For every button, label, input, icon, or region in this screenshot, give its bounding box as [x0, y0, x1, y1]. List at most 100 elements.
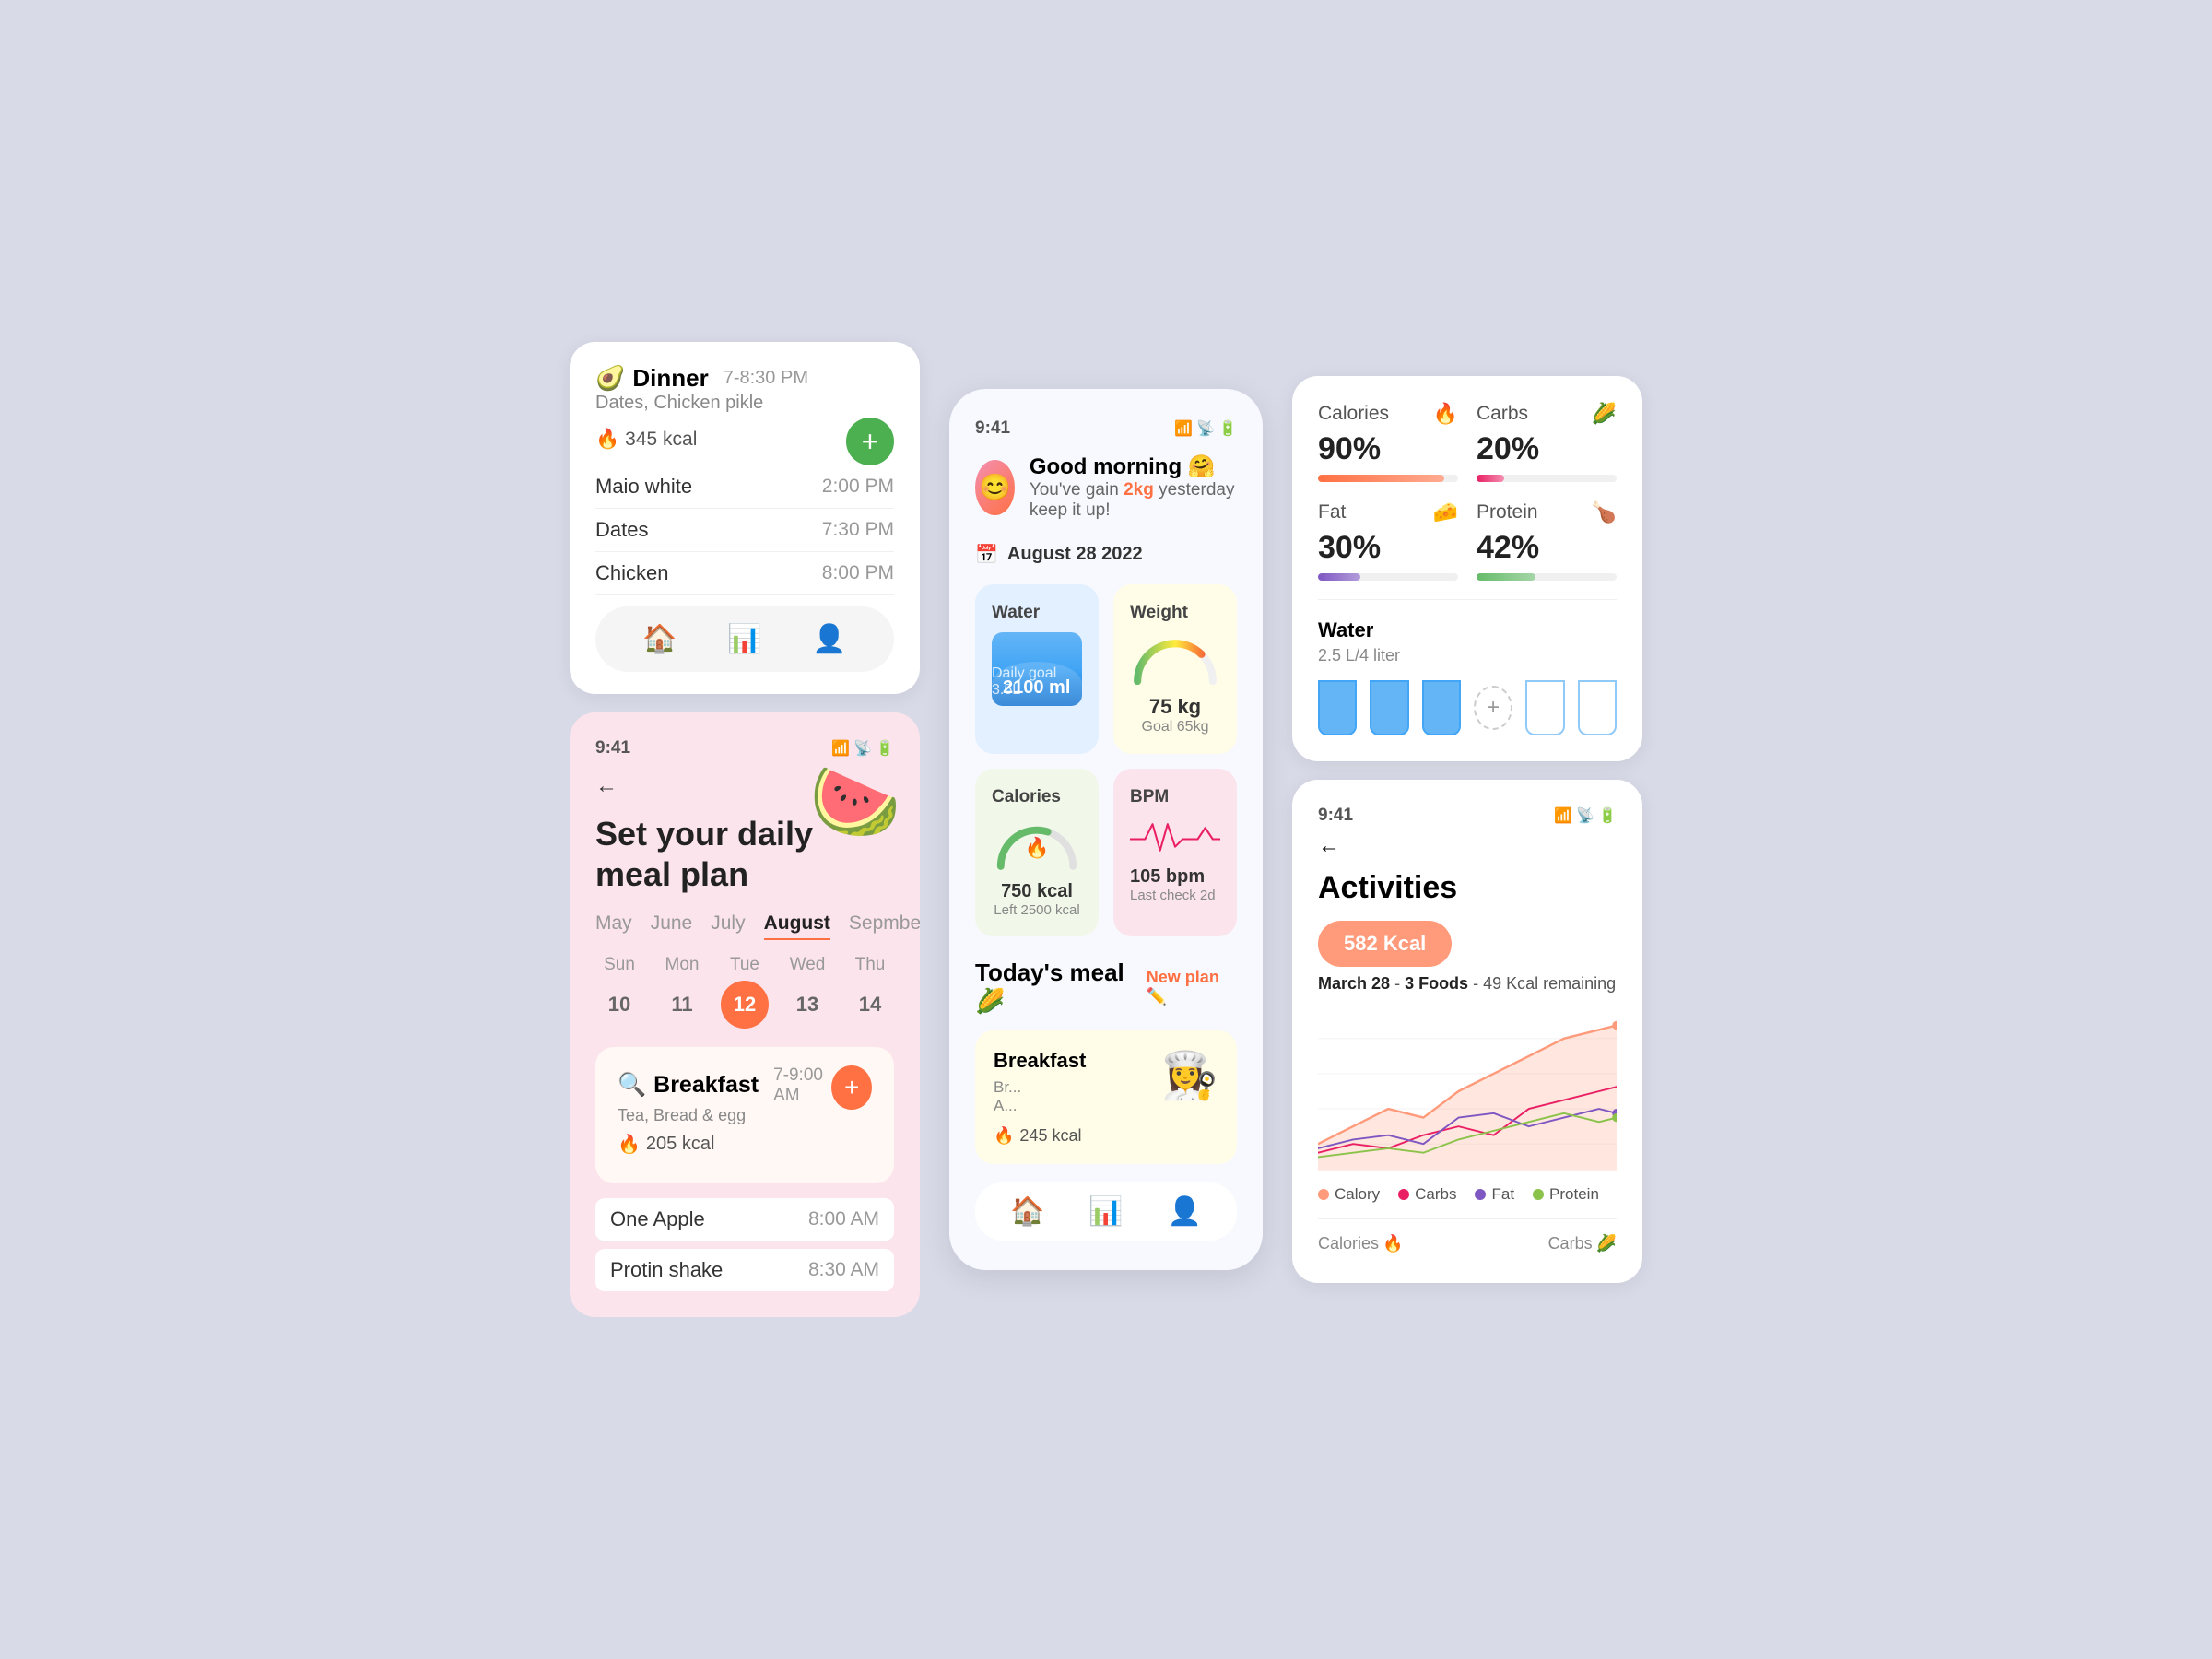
protein-progress-fill: [1477, 573, 1535, 581]
date-row: 📅 August 28 2022: [975, 543, 1237, 566]
meal-item: One Apple 8:00 AM: [595, 1198, 894, 1241]
activities-chart: [1318, 1008, 1617, 1174]
nut-calories: Calories 🔥 90%: [1318, 402, 1458, 482]
day-thu[interactable]: Thu 14: [846, 955, 894, 1029]
water-cup-4: [1525, 680, 1564, 735]
water-section: Water 2.5 L/4 liter +: [1318, 599, 1617, 735]
carbs-progress-bg: [1477, 475, 1617, 482]
weight-gauge: [1130, 632, 1220, 689]
profile-nav-icon[interactable]: 👤: [1168, 1195, 1202, 1228]
month-august[interactable]: August: [764, 912, 830, 940]
signal-icon: 📶: [831, 739, 850, 758]
carbs-progress-fill: [1477, 475, 1504, 482]
legend-dot-fat: [1475, 1189, 1486, 1200]
water-cup-1: [1318, 680, 1357, 735]
phone-bottom-nav: 🏠 📊 👤: [975, 1182, 1237, 1241]
day-tue-selected[interactable]: Tue 12: [721, 955, 769, 1029]
flame-icon: 🔥: [595, 429, 619, 451]
new-plan-button[interactable]: New plan ✏️: [1147, 968, 1237, 1006]
water-cup-5: [1578, 680, 1617, 735]
bottom-nav: 🏠 📊 👤: [595, 606, 894, 672]
meal-plan-card: 9:41 📶 📡 🔋 ← Set your daily meal plan 🍉 …: [570, 712, 920, 1316]
profile-nav-icon[interactable]: 👤: [812, 623, 846, 655]
breakfast-meal-card: Breakfast Br... A... 🔥 245 kcal 👩‍🍳: [975, 1030, 1237, 1164]
day-wed[interactable]: Wed 13: [783, 955, 831, 1029]
month-july[interactable]: July: [711, 912, 745, 940]
fat-progress-bg: [1318, 573, 1458, 581]
chart-nav-icon[interactable]: 📊: [1088, 1195, 1123, 1228]
breakfast-add-button[interactable]: +: [831, 1065, 872, 1110]
day-mon[interactable]: Mon 11: [658, 955, 706, 1029]
magnify-icon: 🔍: [618, 1072, 646, 1099]
nutrition-card: Calories 🔥 90% Carbs 🌽 20%: [1292, 376, 1642, 761]
fat-progress-fill: [1318, 573, 1360, 581]
calorie-arc: 🔥: [992, 817, 1082, 876]
flame-icon: 🔥: [618, 1133, 641, 1156]
day-sun[interactable]: Sun 10: [595, 955, 643, 1029]
signal-icon: 📶: [1554, 806, 1572, 825]
battery-icon: 🔋: [1218, 419, 1237, 438]
legend-dot-carbs: [1398, 1189, 1409, 1200]
calendar-icon: 📅: [975, 543, 998, 566]
battery-icon: 🔋: [1598, 806, 1617, 825]
bpm-wave: [1130, 817, 1220, 859]
carbs-icon: 🌽: [1592, 402, 1617, 426]
home-nav-icon[interactable]: 🏠: [642, 623, 677, 655]
phone-status: 9:41 📶 📡 🔋: [595, 738, 894, 759]
meal-item: Chicken 8:00 PM: [595, 552, 894, 595]
chart-nav-icon[interactable]: 📊: [727, 623, 761, 655]
protein-progress-bg: [1477, 573, 1617, 581]
calories-stat-card: Calories 🔥 750 kcal Left 2500 kcal: [975, 769, 1099, 936]
home-nav-icon[interactable]: 🏠: [1010, 1195, 1044, 1228]
avocado-icon: 🥑: [595, 364, 625, 393]
month-june[interactable]: June: [651, 912, 693, 940]
activities-back-button[interactable]: ←: [1318, 833, 1617, 859]
month-may[interactable]: May: [595, 912, 632, 940]
nutrition-grid: Calories 🔥 90% Carbs 🌽 20%: [1318, 402, 1617, 581]
svg-text:🔥: 🔥: [1025, 836, 1050, 859]
month-nav: May June July August Sepmber: [595, 912, 894, 940]
legend-calory: Calory: [1318, 1185, 1380, 1204]
bpm-stat-card: BPM 105 bpm Last check 2d: [1113, 769, 1237, 936]
chart-legend: Calory Carbs Fat Protein: [1318, 1185, 1617, 1204]
status-icons: 📶 📡 🔋: [1554, 806, 1617, 826]
greeting-text: Good morning 🤗 You've gain 2kg yesterday…: [1030, 453, 1237, 521]
dinner-add-button[interactable]: +: [846, 418, 894, 465]
battery-icon: 🔋: [876, 739, 894, 758]
water-visual: 2100 ml Daily goal 3.5L: [992, 632, 1082, 706]
wifi-icon: 📡: [1196, 419, 1215, 438]
water-cups: +: [1318, 680, 1617, 735]
bcard-subtitle: Br... A...: [994, 1078, 1086, 1115]
dinner-kcal: 🔥 345 kcal: [595, 429, 697, 451]
bnr-carbs: Carbs 🌽: [1548, 1234, 1617, 1257]
dinner-title: 🥑 Dinner 7-8:30 PM: [595, 364, 808, 393]
breakfast-section: 🔍 Breakfast 7-9:00 AM Tea, Bread & egg +…: [595, 1047, 894, 1183]
calories-progress-fill: [1318, 475, 1444, 482]
nut-protein: Protein 🍗 42%: [1477, 500, 1617, 581]
dinner-subtitle: Dates, Chicken pikle: [595, 393, 808, 414]
nut-carbs: Carbs 🌽 20%: [1477, 402, 1617, 482]
signal-icon: 📶: [1174, 419, 1193, 438]
calories-progress-bg: [1318, 475, 1458, 482]
activities-card: 9:41 📶 📡 🔋 ← Activities 582 Kcal March 2…: [1292, 780, 1642, 1283]
bottom-nutrition-row: Calories 🔥 Carbs 🌽: [1318, 1218, 1617, 1257]
chart-meta: March 28 - 3 Foods - 49 Kcal remaining: [1318, 974, 1617, 994]
breakfast-kcal: 🔥 205 kcal: [618, 1133, 872, 1156]
weight-stat-card: Weight 75 kg: [1113, 584, 1237, 754]
protein-icon: 🍗: [1592, 500, 1617, 524]
meal-item: Protin shake 8:30 AM: [595, 1249, 894, 1291]
legend-dot-protein: [1533, 1189, 1544, 1200]
add-cup-button[interactable]: +: [1474, 686, 1512, 730]
water-cup-3: [1422, 680, 1461, 735]
legend-carbs: Carbs: [1398, 1185, 1456, 1204]
bcard-kcal: 🔥 245 kcal: [994, 1126, 1086, 1146]
week-days: Sun 10 Mon 11 Tue 12 Wed 13 Thu 14: [595, 955, 894, 1029]
breakfast-illustration: 👩‍🍳: [1161, 1049, 1218, 1103]
month-september[interactable]: Sepmber: [849, 912, 920, 940]
column-3: Calories 🔥 90% Carbs 🌽 20%: [1292, 376, 1642, 1283]
legend-protein: Protein: [1533, 1185, 1599, 1204]
nut-fat: Fat 🧀 30%: [1318, 500, 1458, 581]
dinner-card: 🥑 Dinner 7-8:30 PM Dates, Chicken pikle …: [570, 342, 920, 694]
breakfast-subtitle: Tea, Bread & egg: [618, 1106, 831, 1125]
column-1: 🥑 Dinner 7-8:30 PM Dates, Chicken pikle …: [570, 342, 920, 1316]
